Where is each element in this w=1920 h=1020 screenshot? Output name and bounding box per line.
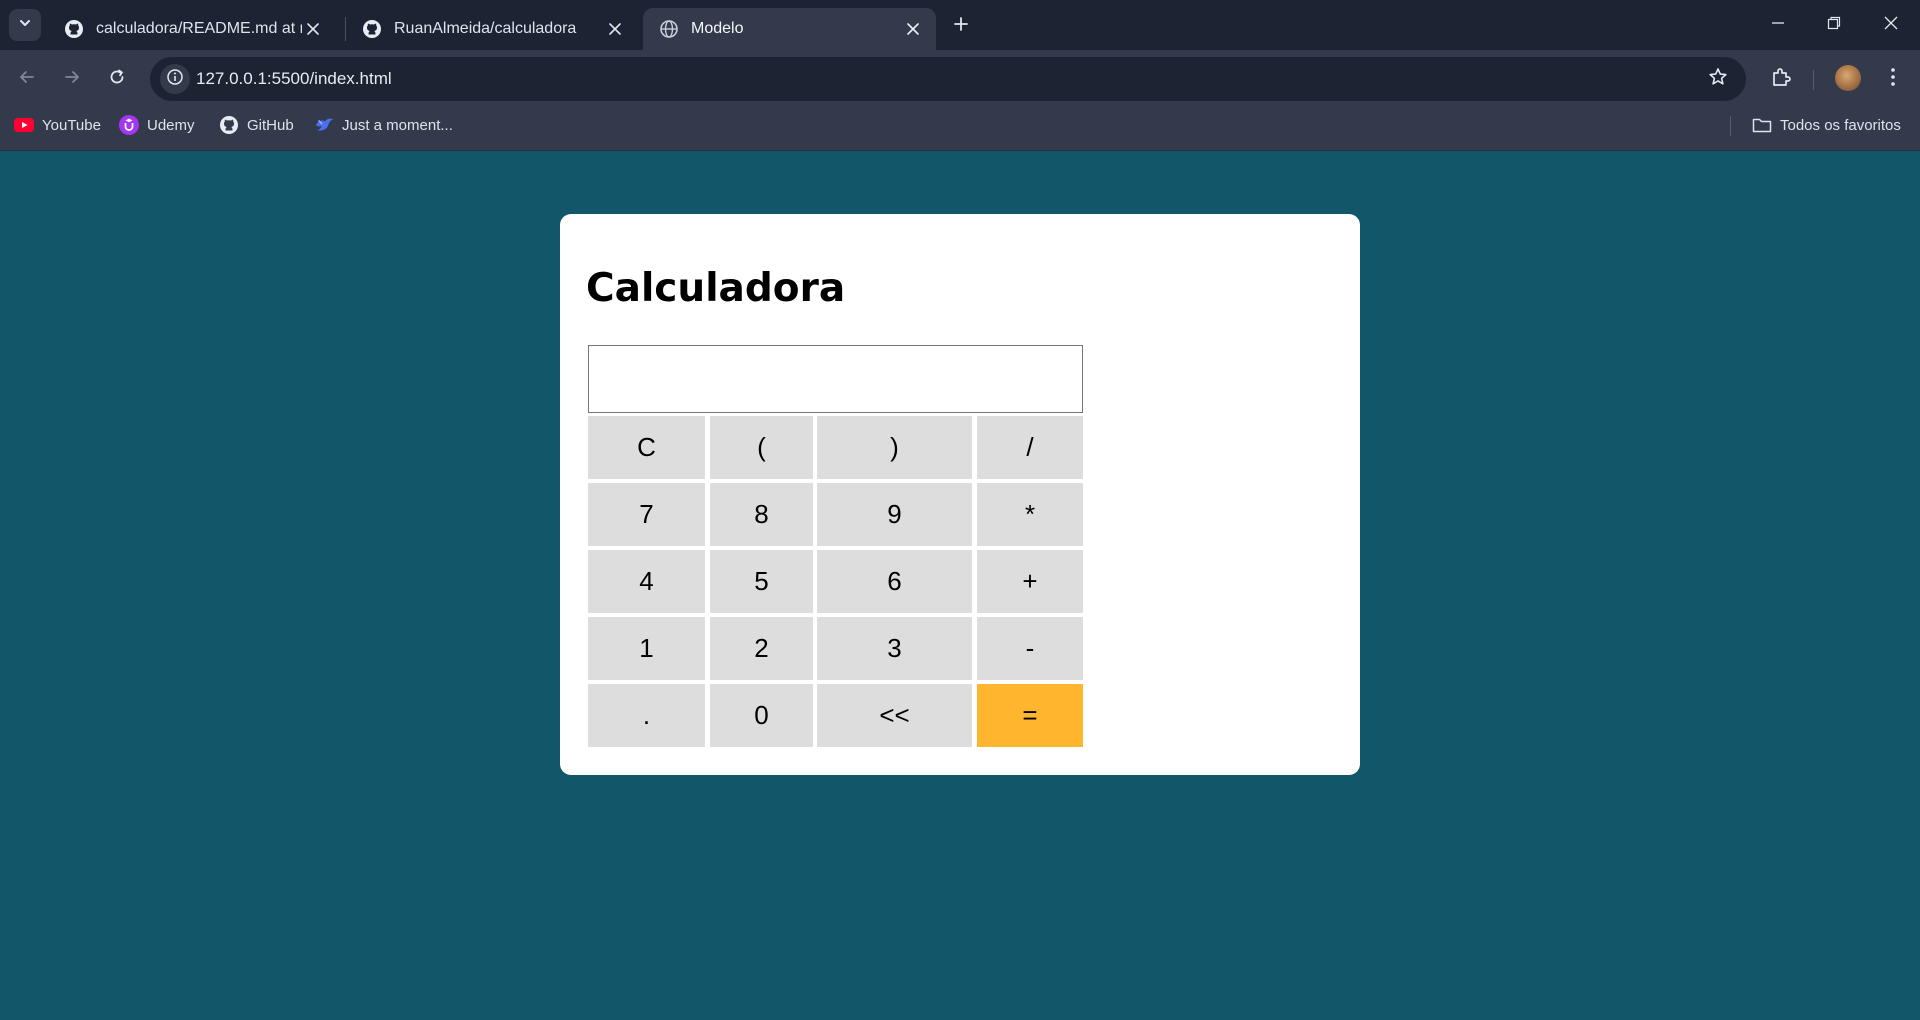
folder-icon — [1752, 115, 1772, 135]
close-icon[interactable] — [302, 18, 324, 40]
digit-6-button[interactable]: 6 — [817, 550, 972, 613]
bookmark-label: GitHub — [247, 116, 294, 134]
close-icon — [1884, 16, 1898, 35]
digit-3-button[interactable]: 3 — [817, 617, 972, 680]
close-icon[interactable] — [902, 18, 924, 40]
digit-0-button[interactable]: 0 — [710, 684, 813, 747]
digit-7-button[interactable]: 7 — [588, 483, 705, 546]
tab-strip: calculadora/README.md at main · RuanAlme… — [0, 0, 1920, 50]
tab-repository[interactable]: RuanAlmeida/calculadora — [346, 8, 638, 50]
tab-title: Modelo — [691, 20, 744, 37]
digit-4-button[interactable]: 4 — [588, 550, 705, 613]
kebab-menu-icon — [1890, 67, 1896, 92]
bookmark-label: YouTube — [42, 116, 101, 134]
toolbar-divider — [1813, 70, 1814, 90]
github-icon — [64, 19, 84, 39]
browser-toolbar: 127.0.0.1:5500/index.html — [0, 50, 1920, 107]
close-window-button[interactable] — [1862, 0, 1920, 50]
plus-button[interactable]: + — [977, 550, 1083, 613]
digit-5-button[interactable]: 5 — [710, 550, 813, 613]
decimal-button[interactable]: . — [588, 684, 705, 747]
bookmark-label: Just a moment... — [342, 116, 453, 134]
bookmark-star-button[interactable] — [1706, 67, 1730, 91]
puzzle-icon — [1770, 66, 1792, 93]
arrow-left-icon — [18, 68, 36, 91]
digit-1-button[interactable]: 1 — [588, 617, 705, 680]
bookmarks-bar: YouTube Udemy GitHub Just a moment... To… — [0, 107, 1920, 151]
open-paren-button[interactable]: ( — [710, 416, 813, 479]
github-icon — [362, 19, 382, 39]
tab-modelo[interactable]: Modelo — [643, 8, 936, 50]
back-button[interactable] — [10, 62, 44, 96]
close-paren-button[interactable]: ) — [817, 416, 972, 479]
bird-icon — [314, 115, 334, 135]
close-icon[interactable] — [604, 18, 626, 40]
tab-title: RuanAlmeida/calculadora — [394, 20, 577, 37]
bookmark-label: Todos os favoritos — [1780, 116, 1901, 134]
globe-icon — [659, 19, 679, 39]
restore-icon — [1827, 16, 1841, 35]
reload-button[interactable] — [100, 62, 134, 96]
tab-readme[interactable]: calculadora/README.md at main · RuanAlme… — [48, 8, 336, 50]
digit-2-button[interactable]: 2 — [710, 617, 813, 680]
bookmark-youtube[interactable]: YouTube — [14, 107, 101, 143]
bookmark-just-a-moment[interactable]: Just a moment... — [314, 107, 453, 143]
extensions-button[interactable] — [1764, 62, 1798, 96]
arrow-right-icon — [63, 68, 81, 91]
profile-avatar[interactable] — [1835, 65, 1861, 91]
multiply-button[interactable]: * — [977, 483, 1083, 546]
star-icon — [1708, 67, 1728, 92]
digit-8-button[interactable]: 8 — [710, 483, 813, 546]
tab-search-button[interactable] — [9, 9, 41, 41]
bookmark-github[interactable]: GitHub — [219, 107, 294, 143]
site-info-button[interactable] — [160, 64, 190, 94]
all-bookmarks-folder[interactable]: Todos os favoritos — [1752, 107, 1901, 143]
new-tab-button[interactable] — [946, 11, 976, 41]
chevron-down-icon — [18, 16, 32, 35]
menu-button[interactable] — [1876, 62, 1910, 96]
bookmark-udemy[interactable]: Udemy — [119, 107, 195, 143]
address-bar[interactable]: 127.0.0.1:5500/index.html — [150, 57, 1746, 101]
github-icon — [219, 115, 239, 135]
reload-icon — [108, 68, 126, 91]
url-text: 127.0.0.1:5500/index.html — [196, 69, 392, 88]
calculator-keypad: C()/ 7 8 9 * 4 5 6 +1 2 3-. 0 << = — [588, 416, 1083, 748]
minimize-button[interactable] — [1749, 0, 1807, 50]
minus-button[interactable]: - — [977, 617, 1083, 680]
calculator-card: Calculadora C()/ 7 8 9 * 4 5 6 +1 2 3-. 0 << = — [560, 214, 1360, 775]
tab-title: calculadora/README.md at main · RuanAlme… — [96, 20, 302, 37]
info-icon — [166, 68, 184, 91]
minimize-icon — [1771, 16, 1785, 35]
udemy-icon — [119, 115, 139, 135]
bookmarks-divider — [1730, 116, 1731, 136]
page-title: Calculadora — [586, 266, 846, 311]
plus-icon — [953, 16, 969, 37]
forward-button[interactable] — [55, 62, 89, 96]
youtube-icon — [14, 115, 34, 135]
restore-button[interactable] — [1805, 0, 1863, 50]
digit-9-button[interactable]: 9 — [817, 483, 972, 546]
backspace-button[interactable]: << — [817, 684, 972, 747]
equals-button[interactable]: = — [977, 684, 1083, 747]
clear-button[interactable]: C — [588, 416, 705, 479]
divide-button[interactable]: / — [977, 416, 1083, 479]
calculator-display[interactable] — [588, 345, 1083, 413]
bookmark-label: Udemy — [147, 116, 195, 134]
